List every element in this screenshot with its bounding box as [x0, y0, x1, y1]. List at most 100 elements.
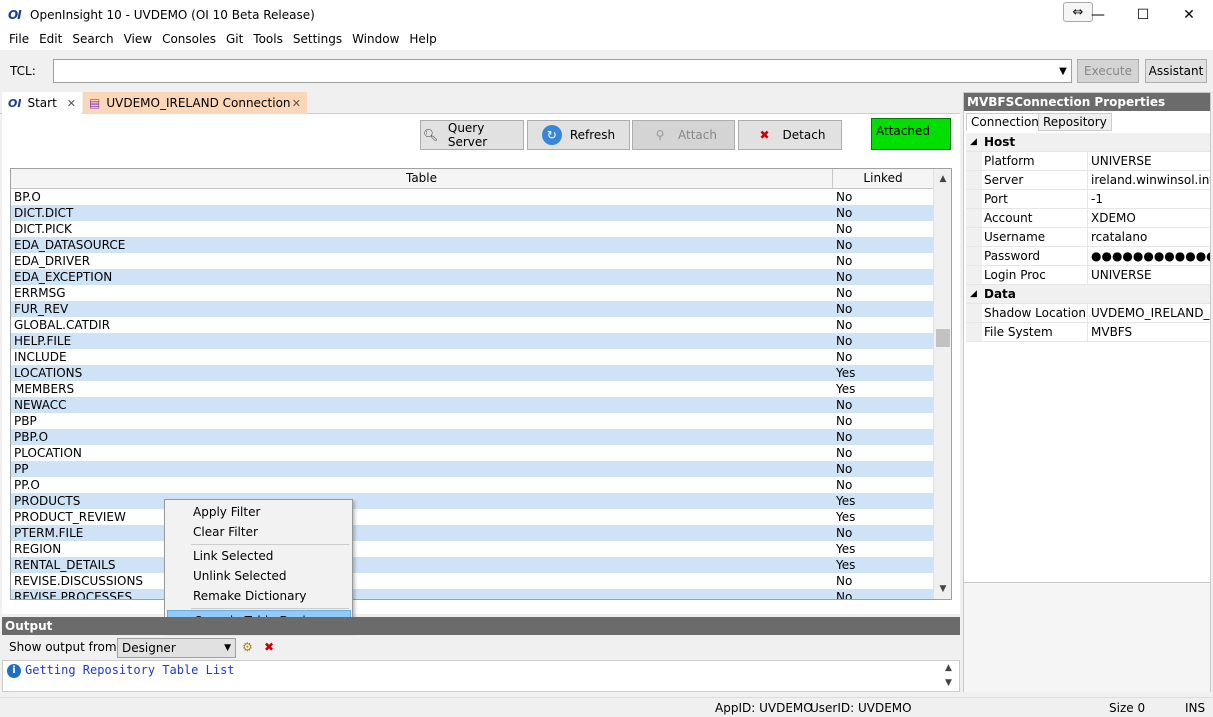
scroll-thumb[interactable]	[936, 329, 950, 347]
tab-label: Start	[27, 96, 57, 110]
property-row[interactable]: Server ireland.winwinsol.int	[966, 171, 1210, 190]
category-host[interactable]: ◢ Host	[966, 133, 1210, 152]
refresh-button[interactable]: ↻ Refresh	[527, 120, 630, 150]
query-server-button[interactable]: 🔍︎ Query Server	[420, 120, 524, 150]
column-header-linked[interactable]: Linked	[833, 169, 933, 189]
table-row[interactable]: REGION Yes	[11, 541, 933, 557]
property-row[interactable]: Account XDEMO	[966, 209, 1210, 228]
menu-git[interactable]: Git	[221, 30, 248, 50]
scroll-down-icon[interactable]: ▼	[934, 581, 951, 597]
category-data[interactable]: ◢ Data	[966, 285, 1210, 304]
table-row[interactable]: REVISE.PROCESSES No	[11, 589, 933, 599]
property-row[interactable]: Platform UNIVERSE	[966, 152, 1210, 171]
grid-vertical-scrollbar[interactable]: ▲ ▼	[933, 169, 951, 599]
chevron-down-icon: ▼	[224, 643, 231, 653]
menu-settings[interactable]: Settings	[288, 30, 347, 50]
tab-uvdemo-ireland-connection[interactable]: ▤ UVDEMO_IRELAND Connection ✕	[83, 92, 307, 114]
minimize-button[interactable]: —	[1075, 0, 1121, 30]
property-value[interactable]: ●●●●●●●●●●●●	[1088, 247, 1210, 265]
table-row[interactable]: PBP No	[11, 413, 933, 429]
scroll-up-icon[interactable]: ▲	[945, 663, 952, 673]
menu-help[interactable]: Help	[404, 30, 441, 50]
property-row[interactable]: Shadow LocationUVDEMO_IRELAND_SH	[966, 304, 1210, 323]
scroll-down-icon[interactable]: ▼	[945, 678, 952, 688]
table-row[interactable]: FUR_REV No	[11, 301, 933, 317]
tcl-input[interactable]	[53, 59, 1072, 83]
clear-output-icon[interactable]: ✖	[264, 640, 280, 656]
collapse-triangle-icon[interactable]: ◢	[970, 133, 984, 151]
menu-item-remake-dictionary[interactable]: Remake Dictionary	[167, 586, 351, 606]
scroll-up-icon[interactable]: ▲	[934, 171, 951, 187]
table-row[interactable]: PBP.O No	[11, 429, 933, 445]
property-value[interactable]: MVBFS	[1088, 323, 1210, 341]
menu-item-clear-filter[interactable]: Clear Filter	[167, 522, 351, 542]
property-value[interactable]: -1	[1088, 190, 1210, 208]
property-value[interactable]: ireland.winwinsol.int	[1088, 171, 1210, 189]
table-row[interactable]: PP No	[11, 461, 933, 477]
menu-edit[interactable]: Edit	[34, 30, 67, 50]
property-row[interactable]: Port -1	[966, 190, 1210, 209]
property-value[interactable]: rcatalano	[1088, 228, 1210, 246]
output-panel-header: Output	[2, 617, 960, 635]
tab-repository[interactable]: Repository	[1038, 113, 1112, 131]
close-tab-icon[interactable]: ✕	[67, 97, 76, 110]
close-window-button[interactable]: ✕	[1166, 0, 1212, 30]
table-row[interactable]: PLOCATION No	[11, 445, 933, 461]
output-source-select[interactable]: Designer ▼	[117, 638, 236, 658]
linked-cell: No	[836, 302, 853, 316]
table-row[interactable]: RENTAL_DETAILS Yes	[11, 557, 933, 573]
table-row[interactable]: BP.O No	[11, 189, 933, 205]
menu-view[interactable]: View	[119, 30, 157, 50]
menu-file[interactable]: File	[4, 30, 34, 50]
detach-button[interactable]: ✖ Detach	[738, 120, 842, 150]
table-row[interactable]: PTERM.FILE No	[11, 525, 933, 541]
output-log[interactable]: i Getting Repository Table List ▲ ▼	[2, 660, 960, 692]
table-row[interactable]: NEWACC No	[11, 397, 933, 413]
menu-search[interactable]: Search	[67, 30, 118, 50]
property-value[interactable]: UNIVERSE	[1088, 266, 1210, 284]
tab-start[interactable]: OI Start ✕	[2, 92, 82, 114]
table-row[interactable]: PRODUCTS Yes	[11, 493, 933, 509]
tcl-dropdown-chevron-icon[interactable]: ▼	[1055, 60, 1071, 82]
tab-connection[interactable]: Connection	[966, 113, 1044, 131]
attach-button[interactable]: ⚲ Attach	[632, 120, 735, 150]
table-row[interactable]: LOCATIONS Yes	[11, 365, 933, 381]
table-row[interactable]: INCLUDE No	[11, 349, 933, 365]
table-row[interactable]: GLOBAL.CATDIR No	[11, 317, 933, 333]
collapse-triangle-icon[interactable]: ◢	[970, 285, 984, 303]
menu-tools[interactable]: Tools	[248, 30, 288, 50]
table-row[interactable]: EDA_EXCEPTION No	[11, 269, 933, 285]
menu-window[interactable]: Window	[347, 30, 404, 50]
property-value[interactable]: XDEMO	[1088, 209, 1210, 227]
table-row[interactable]: PP.O No	[11, 477, 933, 493]
linked-cell: No	[836, 206, 853, 220]
property-row[interactable]: Username rcatalano	[966, 228, 1210, 247]
close-tab-icon[interactable]: ✕	[292, 97, 301, 110]
table-row[interactable]: REVISE.DISCUSSIONS No	[11, 573, 933, 589]
host-properties: Platform UNIVERSE Server ireland.winwinsol.…	[966, 152, 1210, 285]
execute-button[interactable]: Execute	[1077, 59, 1139, 83]
column-header-table[interactable]: Table	[11, 169, 833, 189]
property-row[interactable]: Password ●●●●●●●●●●●●	[966, 247, 1210, 266]
property-row[interactable]: Login Proc UNIVERSE	[966, 266, 1210, 285]
property-value[interactable]: UVDEMO_IRELAND_SH	[1088, 304, 1210, 322]
table-row[interactable]: MEMBERS Yes	[11, 381, 933, 397]
table-row[interactable]: EDA_DRIVER No	[11, 253, 933, 269]
table-row[interactable]: HELP.FILE No	[11, 333, 933, 349]
find-in-output-icon[interactable]: ⚙	[242, 640, 258, 656]
maximize-button[interactable]: ☐	[1120, 0, 1166, 30]
menu-item-unlink-selected[interactable]: Unlink Selected	[167, 566, 351, 586]
table-row[interactable]: DICT.PICK No	[11, 221, 933, 237]
menu-item-apply-filter[interactable]: Apply Filter	[167, 502, 351, 522]
output-scrollbar[interactable]: ▲ ▼	[945, 661, 959, 691]
table-row[interactable]: EDA_DATASOURCE No	[11, 237, 933, 253]
property-value[interactable]: UNIVERSE	[1088, 152, 1210, 170]
table-row[interactable]: ERRMSG No	[11, 285, 933, 301]
tables-grid[interactable]: Table Linked BP.O No DICT.DICT No DICT.PICK N…	[10, 168, 952, 600]
assistant-button[interactable]: Assistant	[1145, 59, 1207, 83]
menu-consoles[interactable]: Consoles	[157, 30, 221, 50]
property-row[interactable]: File System MVBFS	[966, 323, 1210, 342]
table-row[interactable]: PRODUCT_REVIEW Yes	[11, 509, 933, 525]
menu-item-link-selected[interactable]: Link Selected	[167, 546, 351, 566]
table-row[interactable]: DICT.DICT No	[11, 205, 933, 221]
